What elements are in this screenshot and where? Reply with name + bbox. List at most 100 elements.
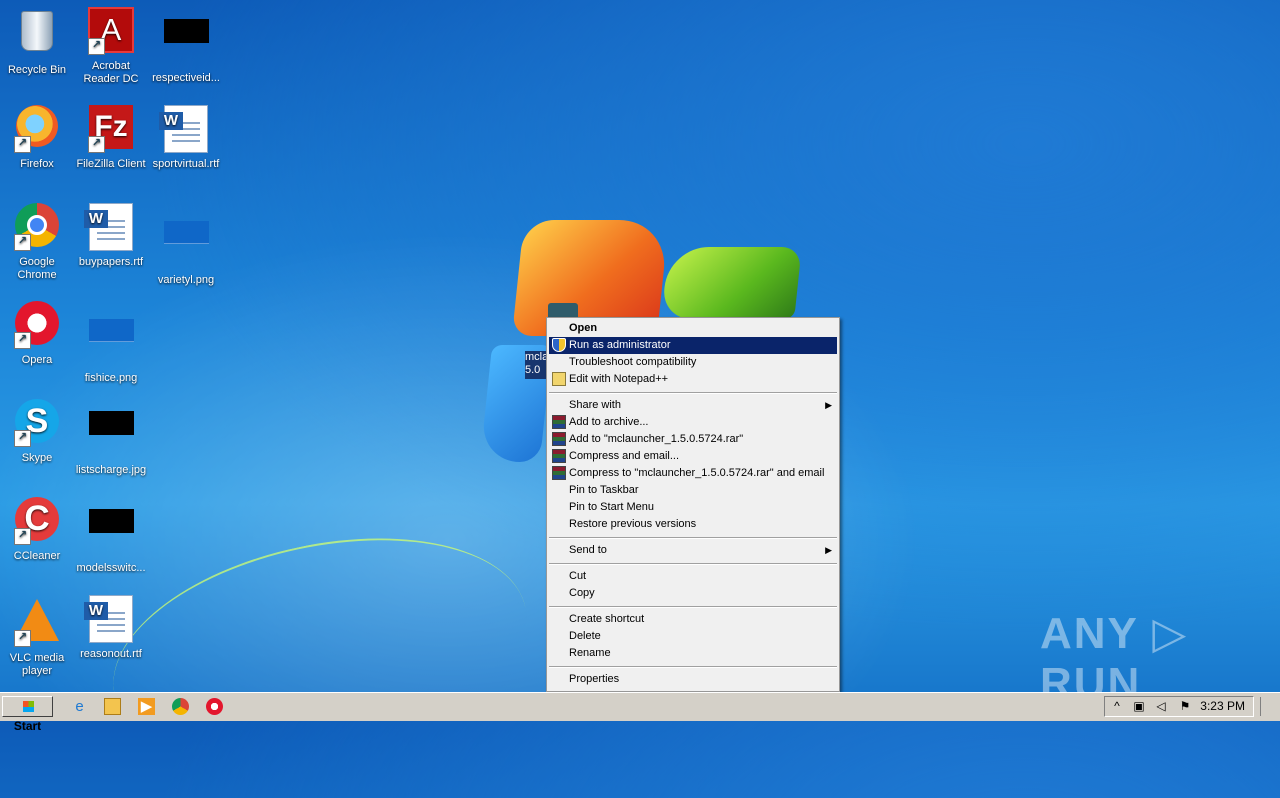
- menu-item-label: Add to archive...: [569, 416, 649, 428]
- black-image-icon: [87, 509, 135, 557]
- desktop-icon-skype[interactable]: S ↗ Skype: [0, 399, 74, 493]
- desktop-icon-buypapers[interactable]: W buypapers.rtf: [74, 203, 148, 297]
- menu-item-add-to-rar[interactable]: Add to "mclauncher_1.5.0.5724.rar": [549, 431, 837, 448]
- menu-item-add-to-archive[interactable]: Add to archive...: [549, 414, 837, 431]
- desktop-icon-label: listscharge.jpg: [75, 464, 147, 476]
- black-image-icon: [162, 19, 210, 67]
- shortcut-arrow-icon: ↗: [14, 630, 31, 647]
- menu-item-send-to[interactable]: Send to ▶: [549, 542, 837, 559]
- opera-icon: ↗: [13, 301, 61, 349]
- menu-item-edit-with-notepad[interactable]: Edit with Notepad++: [549, 371, 837, 388]
- windows-start-icon: [22, 701, 34, 712]
- menu-item-compress-to-rar-and-email[interactable]: Compress to "mclauncher_1.5.0.5724.rar" …: [549, 465, 837, 482]
- desktop-icon-varietyl[interactable]: varietyl.png: [149, 203, 223, 297]
- opera-icon[interactable]: [206, 698, 223, 715]
- skype-icon: S ↗: [13, 399, 61, 447]
- menu-item-troubleshoot-compatibility[interactable]: Troubleshoot compatibility: [549, 354, 837, 371]
- desktop-icon-opera[interactable]: ↗ Opera: [0, 301, 74, 395]
- desktop-icon-vlc-media-player[interactable]: ↗ VLC media player: [0, 595, 74, 689]
- desktop-icon-label: sportvirtual.rtf: [152, 158, 220, 170]
- menu-item-pin-to-start-menu[interactable]: Pin to Start Menu: [549, 499, 837, 516]
- winrar-icon: [552, 449, 566, 463]
- menu-separator: [549, 666, 837, 668]
- start-label: Start: [13, 719, 42, 733]
- network-icon[interactable]: ▣: [1131, 697, 1147, 716]
- menu-item-label: Share with: [569, 399, 621, 411]
- desktop-icon-label: Firefox: [20, 158, 54, 170]
- menu-item-compress-and-email[interactable]: Compress and email...: [549, 448, 837, 465]
- menu-item-pin-to-taskbar[interactable]: Pin to Taskbar: [549, 482, 837, 499]
- menu-separator: [549, 563, 837, 565]
- menu-item-restore-previous-versions[interactable]: Restore previous versions: [549, 516, 837, 533]
- ccleaner-icon: C ↗: [13, 497, 61, 545]
- shortcut-arrow-icon: ↗: [14, 528, 31, 545]
- menu-item-properties[interactable]: Properties: [549, 671, 837, 688]
- winrar-icon: [552, 415, 566, 429]
- menu-separator: [549, 606, 837, 608]
- desktop-icon-fishice[interactable]: fishice.png: [74, 301, 148, 395]
- desktop-icon-label: FileZilla Client: [76, 158, 146, 170]
- desktop-icon-label: CCleaner: [13, 550, 61, 562]
- desktop-icon-label: Recycle Bin: [7, 64, 67, 76]
- notepad-icon: [552, 372, 566, 386]
- internet-explorer-icon[interactable]: e: [71, 698, 88, 715]
- show-desktop-button[interactable]: [1260, 697, 1277, 716]
- system-tray: ^ ▣ ◁ ⚑ 3:23 PM: [1104, 696, 1254, 717]
- submenu-arrow-icon: ▶: [825, 545, 832, 555]
- folder-icon[interactable]: [104, 698, 121, 715]
- winrar-icon: [552, 466, 566, 480]
- firefox-icon: ↗: [13, 105, 61, 153]
- menu-item-create-shortcut[interactable]: Create shortcut: [549, 611, 837, 628]
- menu-item-share-with[interactable]: Share with ▶: [549, 397, 837, 414]
- taskbar: Start e ▶ ^ ▣ ◁ ⚑ 3:23 PM: [0, 692, 1280, 733]
- desktop-icon-google-chrome[interactable]: ↗ Google Chrome: [0, 203, 74, 297]
- image-file-icon: [162, 221, 210, 269]
- desktop-icon-label: Opera: [21, 354, 53, 366]
- desktop-icon-reasonout[interactable]: W reasonout.rtf: [74, 595, 148, 689]
- desktop-icon-label: varietyl.png: [157, 274, 215, 286]
- desktop-icon-label: modelsswitc...: [76, 562, 146, 574]
- menu-item-label: Edit with Notepad++: [569, 373, 669, 385]
- desktop-icon-sportvirtual[interactable]: W sportvirtual.rtf: [149, 105, 223, 199]
- chrome-icon[interactable]: [172, 698, 189, 715]
- context-menu: Open Run as administrator Troubleshoot c…: [546, 317, 840, 692]
- menu-item-label: Compress to "mclauncher_1.5.0.5724.rar" …: [569, 467, 825, 479]
- desktop-icon-acrobat-reader[interactable]: A ↗ Acrobat Reader DC: [74, 7, 148, 101]
- menu-item-run-as-administrator[interactable]: Run as administrator: [549, 337, 837, 354]
- shortcut-arrow-icon: ↗: [14, 430, 31, 447]
- desktop-icon-label: VLC media player: [9, 652, 65, 677]
- menu-separator: [549, 537, 837, 539]
- desktop-icon-label: reasonout.rtf: [80, 648, 142, 660]
- menu-item-label: Compress and email...: [569, 450, 680, 462]
- desktop-icon-label: buypapers.rtf: [78, 256, 144, 268]
- image-file-icon: [87, 319, 135, 367]
- shortcut-arrow-icon: ↗: [14, 136, 31, 153]
- filezilla-icon: Fz ↗: [87, 105, 135, 153]
- selected-file-label[interactable]: mcla 5.0: [525, 351, 548, 379]
- menu-item-label: Send to: [569, 544, 607, 556]
- acrobat-reader-icon: A ↗: [87, 7, 135, 55]
- volume-icon[interactable]: ◁: [1153, 697, 1169, 716]
- desktop-icon-filezilla[interactable]: Fz ↗ FileZilla Client: [74, 105, 148, 199]
- flag-icon[interactable]: ⚑: [1177, 697, 1193, 716]
- desktop-icon-modelsswitc[interactable]: modelsswitc...: [74, 497, 148, 591]
- shortcut-arrow-icon: ↗: [14, 332, 31, 349]
- menu-item-rename[interactable]: Rename: [549, 645, 837, 662]
- clock[interactable]: 3:23 PM: [1200, 697, 1245, 716]
- desktop-icon-respectiveid[interactable]: respectiveid...: [149, 7, 223, 101]
- word-document-icon: W: [159, 105, 210, 153]
- desktop-icon-firefox[interactable]: ↗ Firefox: [0, 105, 74, 199]
- shield-icon: [552, 338, 566, 352]
- menu-item-open[interactable]: Open: [549, 320, 837, 337]
- submenu-arrow-icon: ▶: [825, 400, 832, 410]
- desktop-icon-ccleaner[interactable]: C ↗ CCleaner: [0, 497, 74, 591]
- show-hidden-icons-button[interactable]: ^: [1109, 697, 1125, 716]
- menu-item-delete[interactable]: Delete: [549, 628, 837, 645]
- desktop-icon-label: Acrobat Reader DC: [83, 60, 139, 85]
- menu-item-cut[interactable]: Cut: [549, 568, 837, 585]
- desktop-icon-listscharge[interactable]: listscharge.jpg: [74, 399, 148, 493]
- media-player-icon[interactable]: ▶: [138, 698, 155, 715]
- desktop-icon-recycle-bin[interactable]: Recycle Bin: [0, 7, 74, 101]
- menu-item-copy[interactable]: Copy: [549, 585, 837, 602]
- start-button[interactable]: Start: [2, 696, 53, 733]
